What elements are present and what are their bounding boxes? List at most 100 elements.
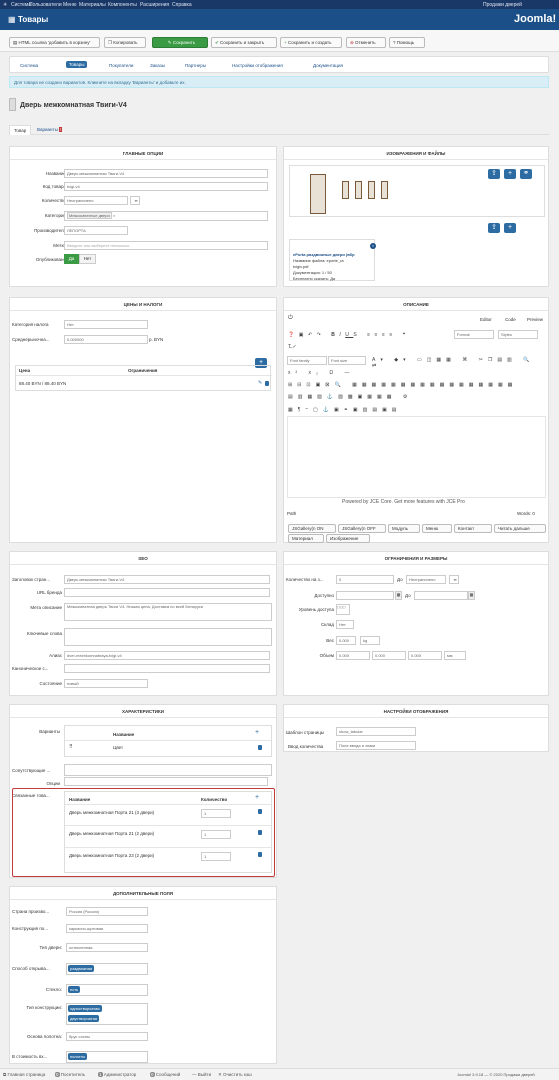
quantity-field[interactable]: Неограничено <box>64 196 128 205</box>
module-button[interactable]: Модуль <box>388 524 420 533</box>
tab-editor[interactable]: Editor <box>480 317 492 322</box>
menu-help[interactable]: Справка <box>172 2 192 8</box>
remove-file-icon[interactable]: × <box>370 243 376 249</box>
options-field[interactable] <box>64 777 268 786</box>
infinity-toggle-icon[interactable]: ∞ <box>130 196 140 205</box>
save-button[interactable]: ✎ Сохранить <box>152 37 208 48</box>
read-more-button[interactable]: Читать дальше <box>494 524 546 533</box>
tax-category-select[interactable]: Нет <box>64 320 148 329</box>
editor-content-area[interactable] <box>287 416 546 498</box>
base-select[interactable]: брус сосны <box>66 1032 148 1041</box>
door-image[interactable] <box>368 181 375 199</box>
keywords-field[interactable] <box>64 628 272 646</box>
clear-cache-link[interactable]: ✕ Очистить кэш <box>218 1072 252 1078</box>
min-qty-field[interactable]: 0 <box>336 575 394 584</box>
contact-button[interactable]: Контакт <box>454 524 492 533</box>
volume-height-field[interactable]: 0.000 <box>408 651 442 660</box>
save-new-button[interactable]: + Сохранить и создать <box>280 37 342 48</box>
manufacturer-select[interactable]: ЛЕПОРТА <box>64 226 128 235</box>
tags-field[interactable]: Введите или выберите несколько <box>64 241 268 250</box>
construction-chip[interactable]: двустворчатая <box>68 1015 99 1022</box>
available-to-field[interactable] <box>414 591 468 600</box>
add-file-button[interactable]: + <box>504 223 516 233</box>
related-products-field[interactable] <box>64 764 272 776</box>
image-button[interactable]: Изображение <box>326 534 370 543</box>
door-image[interactable] <box>310 174 326 214</box>
available-from-field[interactable] <box>336 591 394 600</box>
add-image-button[interactable]: + <box>504 169 516 179</box>
editor-toolbar-row7[interactable]: ▦¶⁼▢⚓▣⚭▣▥▤▣▤ <box>288 407 402 413</box>
max-qty-field[interactable]: Неограничено <box>406 575 446 584</box>
alias-field[interactable]: dver-mezhkomnatnaya-tvigi-v4 <box>64 651 270 660</box>
html-link-button[interactable]: ▤ HTML ссылка 'добавить в корзину' <box>9 37 100 48</box>
menu-menus[interactable]: Меню <box>63 2 77 8</box>
meta-description-field[interactable]: Межкомнатная дверь Твиги V4. Низкая цена… <box>64 603 272 621</box>
menu-button[interactable]: Меню <box>422 524 452 533</box>
calendar-icon[interactable]: ▦ <box>395 591 402 600</box>
qty-input-select[interactable]: Поле ввода и знаки <box>336 741 416 750</box>
state-select[interactable]: новый <box>64 679 148 688</box>
joomla-menu-icon[interactable]: ✳ <box>3 2 7 8</box>
menu-extensions[interactable]: Расширения <box>140 2 169 8</box>
power-icon[interactable]: ⏻ <box>288 315 293 322</box>
material-button[interactable]: Материал <box>288 534 324 543</box>
messages-count[interactable]: 0 Сообщений <box>150 1072 180 1077</box>
link-image-button[interactable]: ⚭ <box>520 169 532 179</box>
door-image[interactable] <box>342 181 349 199</box>
stock-select[interactable]: Нет <box>336 620 354 629</box>
jsgallery-on-button[interactable]: JSGallery(n ON <box>288 524 336 533</box>
door-image[interactable] <box>355 181 362 199</box>
cancel-button[interactable]: ⊗ Отменить <box>346 37 386 48</box>
door-type-select[interactable]: остекленная <box>66 943 148 952</box>
format-select[interactable]: Format <box>454 330 494 339</box>
published-no-toggle[interactable]: Нет <box>79 254 96 264</box>
product-code-field[interactable]: tvigi-v4 <box>64 182 268 191</box>
site-name-link[interactable]: Продажи дверей <box>483 2 522 8</box>
volume-length-field[interactable]: 0.000 <box>336 651 370 660</box>
canonical-field[interactable] <box>64 664 270 673</box>
subnav-products[interactable]: Товары <box>66 61 88 68</box>
editor-toolbar-row4[interactable]: x² x₂ Ω — <box>288 370 355 376</box>
upload-image-button[interactable]: ⇪ <box>488 169 500 179</box>
name-field[interactable]: Дверь межкомнатная Твиги-V4 <box>64 169 268 178</box>
categories-field[interactable]: Межкомнатные двери × <box>64 211 268 221</box>
subnav-partners[interactable]: Партнеры <box>185 63 206 68</box>
avg-price-field[interactable]: 0,000000 <box>64 335 148 344</box>
save-close-button[interactable]: ✔ Сохранить и закрыть <box>211 37 277 48</box>
construction-select[interactable]: каркасно-щитовая <box>66 924 148 933</box>
editor-toolbar-row3[interactable]: A▾ ◆▾ ▭◫▦▦ ⌘ ✂❐▤▥ 🔍 ⇄ <box>372 357 548 369</box>
opening-chip[interactable]: раздвижная <box>68 965 95 972</box>
editor-toolbar-row5[interactable]: ⊞⊟⊡▣⊠🔍 ▦▦▦▦▦▦▦▦▦▦▦▦▦▦▦▦▦ <box>288 382 517 388</box>
seo-title-field[interactable]: Дверь межкомнатная Твиги-V4 <box>64 575 270 584</box>
font-size-select[interactable]: Font size <box>328 356 366 365</box>
delete-variant-icon[interactable] <box>258 745 262 750</box>
tab-product[interactable]: Товар <box>9 125 31 135</box>
published-yes-toggle[interactable]: Да <box>64 254 79 264</box>
view-site-link[interactable]: ⧉ Главная страница <box>3 1072 45 1077</box>
glass-chip[interactable]: есть <box>68 986 81 993</box>
editor-toolbar-row6[interactable]: ▤▥▦▧⚓▨▩▣▦▦▦ ⚙ <box>288 394 412 400</box>
copy-button[interactable]: ❐ Копировать <box>104 37 146 48</box>
access-level-list[interactable]: ▢▢▢ <box>336 604 350 615</box>
subnav-orders[interactable]: Заказы <box>150 63 165 68</box>
menu-users[interactable]: Пользователи <box>29 2 62 8</box>
calendar-icon[interactable]: ▦ <box>468 591 475 600</box>
weight-field[interactable]: 0.000 <box>336 636 356 645</box>
upload-file-button[interactable]: ⇪ <box>488 223 500 233</box>
add-variant-icon[interactable]: + <box>255 729 259 736</box>
construction-chip[interactable]: одностворчатая <box>68 1005 102 1012</box>
subnav-customers[interactable]: Покупатели <box>109 63 133 68</box>
weight-unit-select[interactable]: kg <box>360 636 380 645</box>
volume-unit-select[interactable]: мм <box>444 651 466 660</box>
subnav-documentation[interactable]: Документация <box>313 63 343 68</box>
menu-content[interactable]: Материалы <box>79 2 106 8</box>
drag-handle-icon[interactable]: ⠿ <box>69 744 73 750</box>
subnav-display-settings[interactable]: Настройки отображения <box>232 63 283 68</box>
tab-variants[interactable]: Варианты ! <box>33 125 66 135</box>
editor-toolbar-row1[interactable]: ❓▣↶↷ BIUS ≡≡≡≡ ❝ <box>288 332 410 338</box>
delete-price-icon[interactable] <box>265 381 269 386</box>
included-chip[interactable]: полотно <box>68 1053 88 1060</box>
jsgallery-off-button[interactable]: JSGallery(n OFF <box>338 524 386 533</box>
file-title[interactable]: ePorta раздвижные двери (вбр <box>293 252 355 257</box>
edit-price-icon[interactable]: ✎ <box>258 380 262 386</box>
